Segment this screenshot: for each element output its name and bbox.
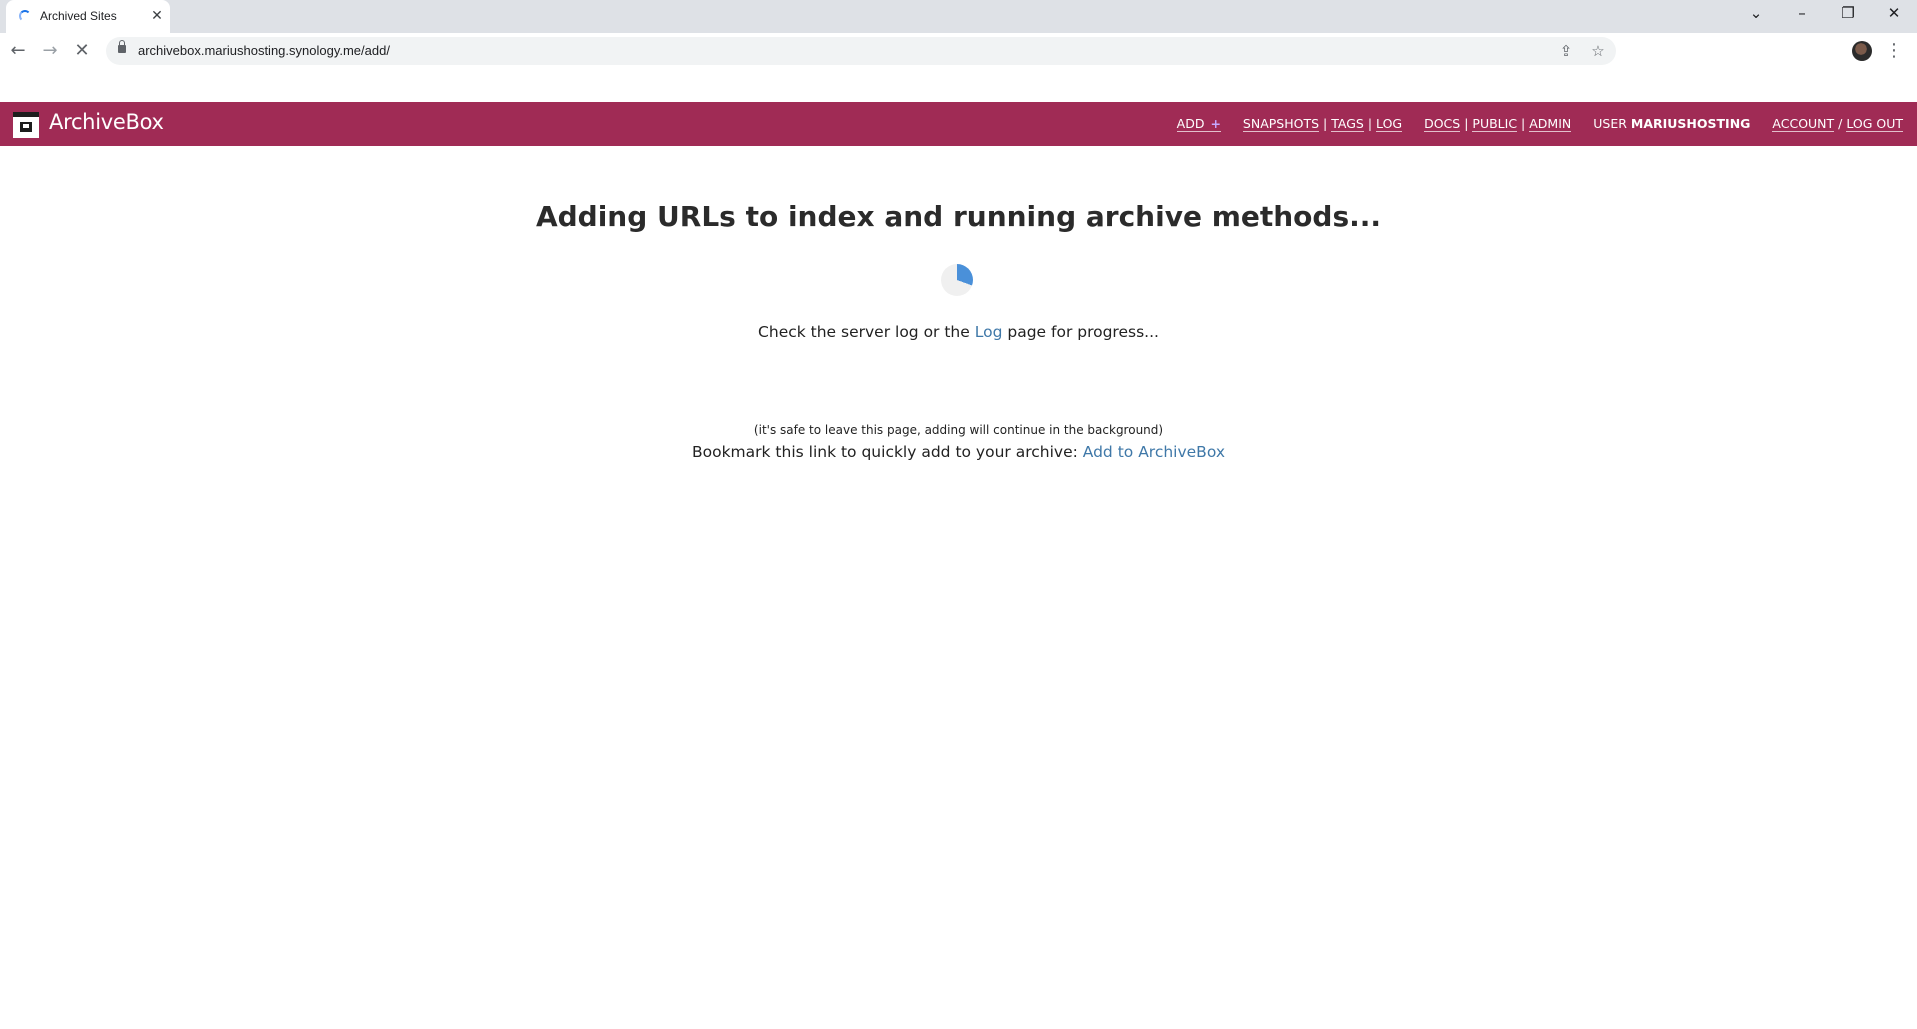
restore-icon[interactable]: ❐ <box>1825 0 1871 28</box>
archivebox-header: ArchiveBox ADD + SNAPSHOTS | TAGS | LOG D… <box>0 102 1917 146</box>
plus-icon: + <box>1210 116 1221 131</box>
tab-search-icon[interactable]: ⌄ <box>1733 0 1779 28</box>
page-title: Adding URLs to index and running archive… <box>535 200 1382 233</box>
forward-icon[interactable]: → <box>36 37 64 65</box>
bookmark-bar <box>0 69 1917 102</box>
tab-close-icon[interactable]: ✕ <box>147 6 167 26</box>
log-link[interactable]: Log <box>975 323 1003 341</box>
minimize-icon[interactable]: – <box>1779 0 1825 28</box>
tab-title: Archived Sites <box>40 9 117 23</box>
close-window-icon[interactable]: ✕ <box>1871 0 1917 28</box>
browser-tab-strip: Archived Sites ✕ ⌄ – ❐ ✕ <box>0 0 1917 33</box>
loading-spinner-icon <box>941 264 973 296</box>
nav-add-link[interactable]: ADD + <box>1176 116 1221 132</box>
stop-loading-icon[interactable]: ✕ <box>68 37 96 65</box>
bookmarklet-message: Bookmark this link to quickly add to you… <box>691 443 1225 461</box>
nav-logout-link[interactable]: LOG OUT <box>1846 116 1903 132</box>
brand-title[interactable]: ArchiveBox <box>49 110 164 134</box>
back-icon[interactable]: ← <box>4 37 32 65</box>
nav-admin-link[interactable]: ADMIN <box>1529 116 1572 132</box>
lock-icon[interactable] <box>118 40 126 53</box>
bookmark-star-icon[interactable]: ☆ <box>1587 40 1609 62</box>
tab-loading-icon <box>19 10 31 22</box>
nav-log-link[interactable]: LOG <box>1376 116 1403 132</box>
browser-menu-icon[interactable]: ⋮ <box>1884 39 1904 63</box>
progress-message: Check the server log or the Log page for… <box>758 323 1159 341</box>
share-icon[interactable]: ⇪ <box>1555 40 1577 62</box>
browser-tab[interactable]: Archived Sites ✕ <box>6 0 170 33</box>
nav-public-link[interactable]: PUBLIC <box>1472 116 1518 132</box>
add-to-archivebox-link[interactable]: Add to ArchiveBox <box>1083 443 1225 461</box>
nav-account-link[interactable]: ACCOUNT <box>1772 116 1835 132</box>
profile-avatar[interactable] <box>1852 41 1872 61</box>
header-nav: ADD + SNAPSHOTS | TAGS | LOG DOCS | PUBLI… <box>1176 116 1903 132</box>
address-bar[interactable]: archivebox.mariushosting.synology.me/add… <box>106 37 1616 65</box>
current-user: USER MARIUSHOSTING <box>1593 116 1751 131</box>
background-note: (it's safe to leave this page, adding wi… <box>753 423 1164 437</box>
nav-snapshots-link[interactable]: SNAPSHOTS <box>1242 116 1320 132</box>
url-text[interactable]: archivebox.mariushosting.synology.me/add… <box>138 43 390 58</box>
browser-toolbar: ← → ✕ archivebox.mariushosting.synology.… <box>0 33 1917 69</box>
nav-tags-link[interactable]: TAGS <box>1331 116 1364 132</box>
nav-docs-link[interactable]: DOCS <box>1424 116 1461 132</box>
archivebox-logo-icon[interactable] <box>13 112 39 138</box>
